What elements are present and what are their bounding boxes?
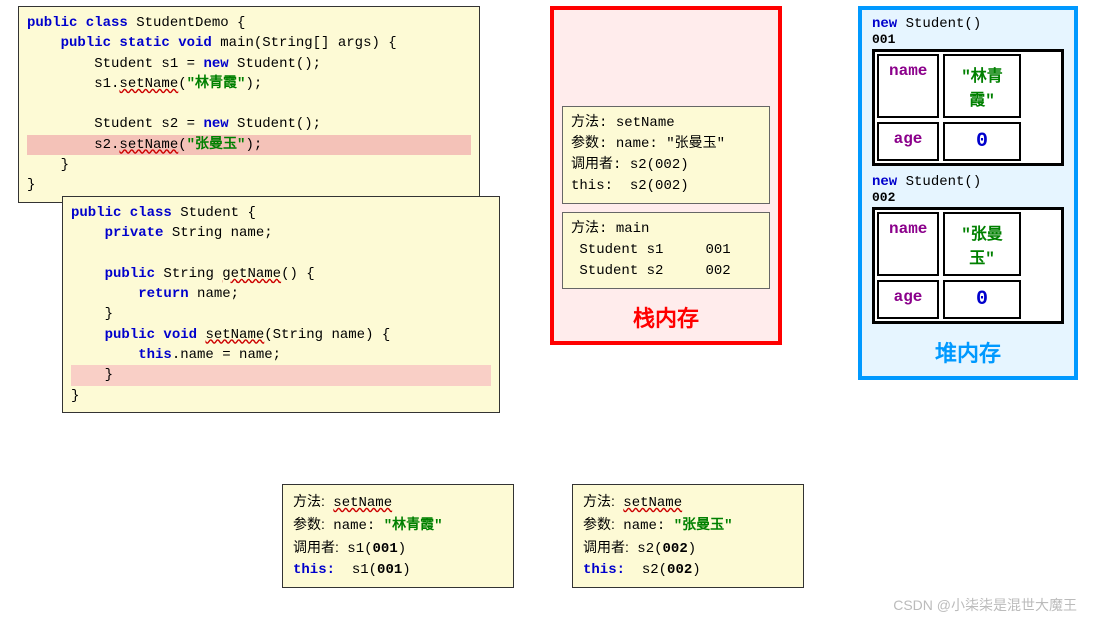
heap-object1-label: new Student() [872,16,1064,32]
heap-object2-label: new Student() [872,174,1064,190]
heap-object1-addr: 001 [872,32,1064,47]
heap-object1-table: name "林青霞" age 0 [872,49,1064,166]
heap-title: 堆内存 [862,332,1074,376]
bottom-frame-1: 方法: setName 参数: name: "林青霞" 调用者: s1(001)… [282,484,514,588]
code-studentdemo: public class StudentDemo { public static… [18,6,480,203]
heap-object2-table: name "张曼玉" age 0 [872,207,1064,324]
stack-title: 栈内存 [554,297,778,341]
heap-memory-box: new Student() 001 name "林青霞" age 0 new S… [858,6,1078,380]
bottom-frame-2: 方法: setName 参数: name: "张曼玉" 调用者: s2(002)… [572,484,804,588]
watermark: CSDN @小柒柒是混世大魔王 [893,595,1077,615]
stack-frame-setname: 方法: setName 参数: name: "张曼玉" 调用者: s2(002)… [562,106,770,204]
stack-frame-main: 方法: main Student s1 001 Student s2 002 [562,212,770,289]
code-student: public class Student { private String na… [62,196,500,413]
heap-object2-addr: 002 [872,190,1064,205]
stack-memory-box: 方法: setName 参数: name: "张曼玉" 调用者: s2(002)… [550,6,782,345]
